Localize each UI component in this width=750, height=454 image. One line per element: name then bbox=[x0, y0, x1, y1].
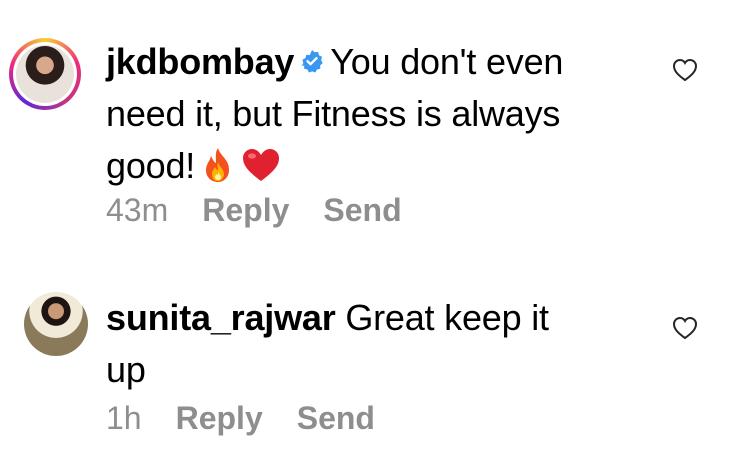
heart-outline-icon[interactable] bbox=[672, 58, 698, 82]
fire-icon bbox=[206, 148, 230, 183]
comment-meta: 1h Reply Send bbox=[106, 400, 375, 437]
red-heart-icon bbox=[243, 149, 280, 182]
send-button[interactable]: Send bbox=[323, 192, 401, 229]
comment-body-line-3: good! bbox=[106, 145, 196, 186]
heart-outline-icon[interactable] bbox=[672, 316, 698, 340]
comment-timestamp: 43m bbox=[106, 192, 169, 228]
reply-button[interactable]: Reply bbox=[202, 192, 289, 229]
comment-text: jkdbombay You don't even need it, but Fi… bbox=[106, 36, 626, 192]
avatar[interactable] bbox=[16, 45, 74, 103]
comment-body-line-1: You don't even bbox=[330, 41, 564, 82]
comment-meta: 43m Reply Send bbox=[106, 192, 402, 229]
comment-body-line-1: Great keep it bbox=[345, 297, 549, 338]
comment-text: sunita_rajwar Great keep it up bbox=[106, 292, 626, 396]
comment-username[interactable]: jkdbombay bbox=[106, 41, 294, 82]
comment-item: sunita_rajwar Great keep it up 1h Reply … bbox=[0, 250, 750, 454]
avatar[interactable] bbox=[24, 292, 88, 356]
reply-button[interactable]: Reply bbox=[176, 400, 263, 437]
avatar-story-ring[interactable] bbox=[9, 38, 81, 110]
comment-username[interactable]: sunita_rajwar bbox=[106, 297, 336, 338]
send-button[interactable]: Send bbox=[297, 400, 375, 437]
comment-body-line-2: need it, but Fitness is always bbox=[106, 93, 561, 134]
comment-item: jkdbombay You don't even need it, but Fi… bbox=[0, 0, 750, 250]
comment-body-line-2: up bbox=[106, 349, 146, 390]
comment-timestamp: 1h bbox=[106, 400, 142, 436]
verified-badge-icon bbox=[301, 50, 323, 73]
